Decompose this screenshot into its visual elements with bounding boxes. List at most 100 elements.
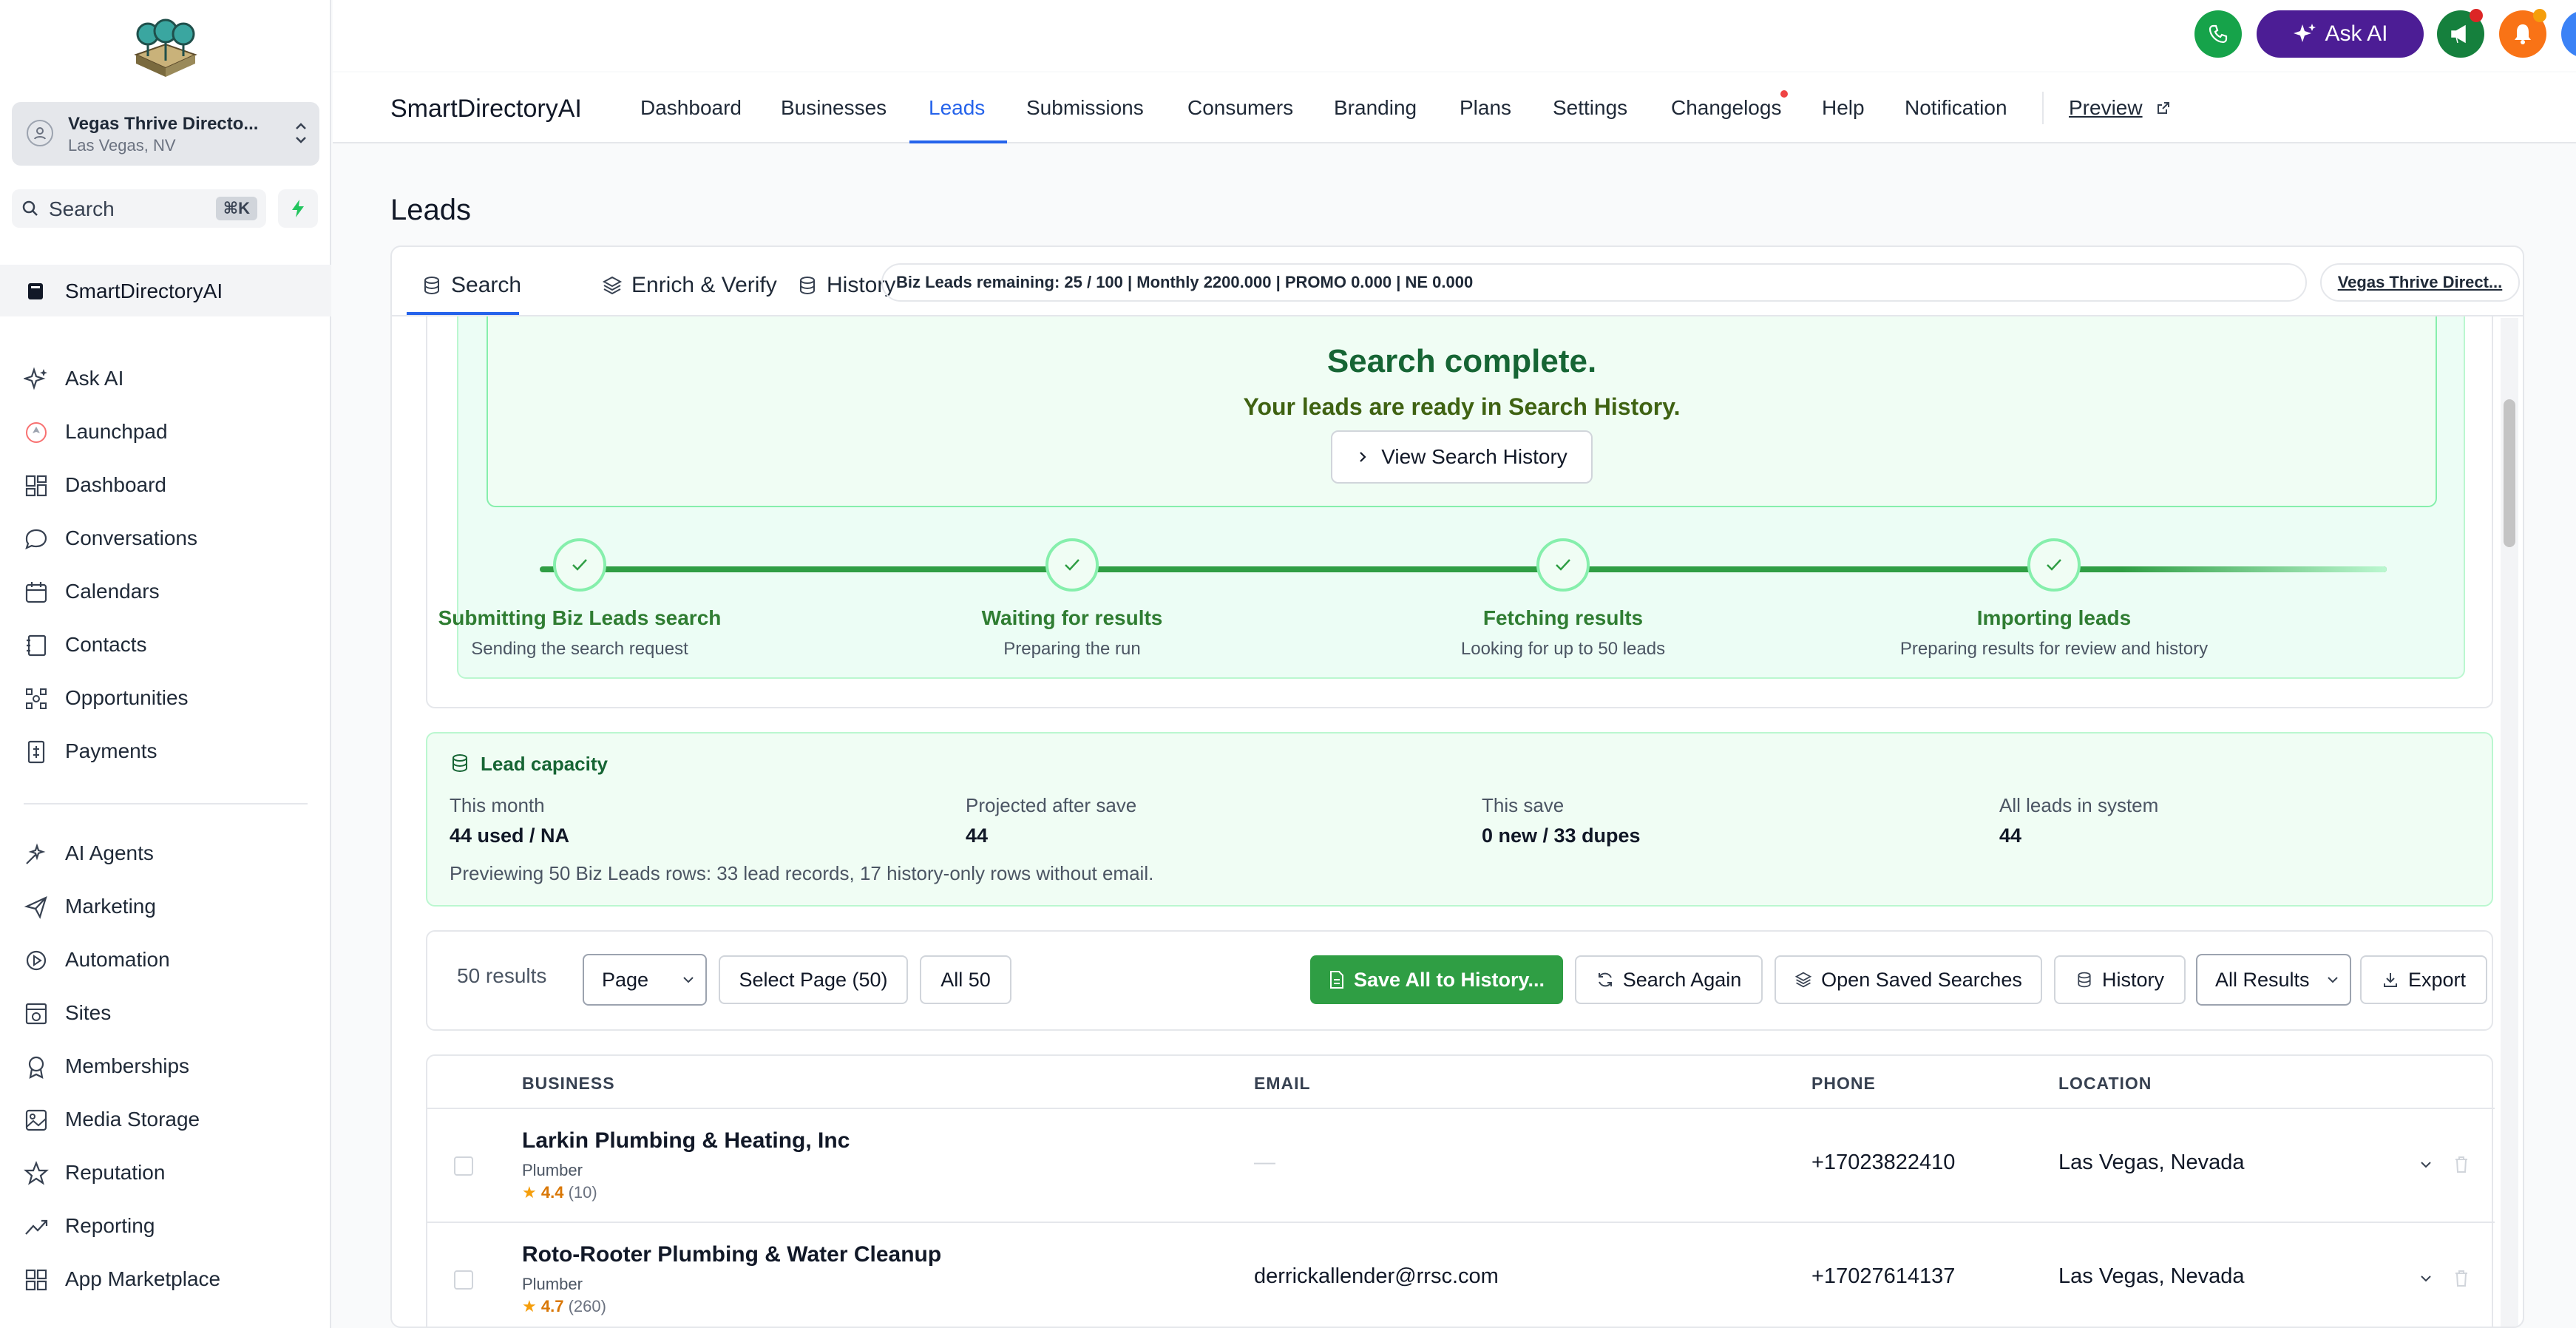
tab-plans[interactable]: Plans: [1460, 96, 1511, 120]
search-again-button[interactable]: Search Again: [1575, 955, 1763, 1004]
open-saved-searches-button[interactable]: Open Saved Searches: [1775, 955, 2042, 1004]
scrollbar-thumb[interactable]: [2504, 399, 2515, 547]
sidebar-item-automation[interactable]: Automation: [0, 938, 331, 982]
sidebar-item-payments[interactable]: Payments: [0, 729, 331, 773]
row-checkbox[interactable]: [454, 1156, 473, 1176]
stat-label: Projected after save: [966, 794, 1137, 816]
column-header[interactable]: EMAIL: [1254, 1074, 1311, 1094]
review-count: (260): [568, 1297, 606, 1315]
business-name: Larkin Plumbing & Heating, Inc: [522, 1128, 850, 1153]
business-rating: ★ 4.7 (260): [522, 1297, 606, 1316]
page-select[interactable]: Page: [583, 954, 707, 1006]
refresh-icon: [1598, 972, 1612, 987]
sidebar-item-marketing[interactable]: Marketing: [0, 884, 331, 929]
table-row[interactable]: Roto-Rooter Plumbing & Water Cleanup Plu…: [427, 1222, 2495, 1327]
pipeline-icon: [26, 688, 47, 709]
sidebar-item-contacts[interactable]: Contacts: [0, 623, 331, 667]
tab-settings[interactable]: Settings: [1553, 96, 1627, 120]
stat-value: 44: [1999, 824, 2022, 847]
step-title: Waiting for results: [981, 606, 1163, 629]
sidebar-search[interactable]: Search ⌘K: [12, 189, 266, 228]
sidebar-item-media-storage[interactable]: Media Storage: [0, 1097, 331, 1142]
sidebar-item-memberships[interactable]: Memberships: [0, 1044, 331, 1088]
sidebar-item-smartdirectoryai[interactable]: SmartDirectoryAI: [0, 265, 331, 316]
sidebar-item-label: Media Storage: [65, 1108, 200, 1131]
panel-scrollbar[interactable]: [2501, 318, 2518, 1327]
trend-icon: [25, 1219, 48, 1235]
tab-consumers[interactable]: Consumers: [1187, 96, 1293, 120]
external-link-icon[interactable]: [2156, 101, 2171, 115]
save-all-button[interactable]: Save All to History...: [1310, 955, 1563, 1004]
account-link[interactable]: Vegas Thrive Direct...: [2320, 263, 2520, 302]
step-title: Submitting Biz Leads search: [438, 606, 722, 629]
sidebar-item-label: Automation: [65, 948, 170, 971]
ask-ai-button[interactable]: Ask AI: [2257, 10, 2424, 58]
subtab-label: Enrich & Verify: [631, 273, 777, 297]
quick-action-button[interactable]: [278, 189, 318, 228]
select-page-button[interactable]: Select Page (50): [719, 955, 908, 1004]
progress-track: [540, 566, 2387, 572]
tab-notification[interactable]: Notification: [1905, 96, 2007, 120]
layers-icon: [602, 276, 623, 295]
stat-label: All leads in system: [1999, 794, 2159, 816]
results-filter-select[interactable]: All Results: [2196, 954, 2351, 1006]
select-all-button[interactable]: All 50: [920, 955, 1011, 1004]
sidebar-item-ask-ai[interactable]: Ask AI: [0, 356, 331, 401]
subtab-label: Search: [451, 273, 522, 297]
notifications-button[interactable]: [2499, 9, 2546, 58]
brand-logo[interactable]: [129, 16, 203, 80]
tab-branding[interactable]: Branding: [1334, 96, 1417, 120]
sidebar-item-launchpad[interactable]: Launchpad: [0, 410, 331, 454]
table-row[interactable]: Larkin Plumbing & Heating, Inc Plumber ★…: [427, 1108, 2495, 1222]
tab-leads[interactable]: Leads: [929, 96, 985, 120]
stat-value: 44 used / NA: [450, 824, 570, 847]
view-search-history-button[interactable]: View Search History: [1331, 430, 1593, 484]
database-icon: [2078, 972, 2091, 988]
ask-ai-label: Ask AI: [2325, 21, 2388, 46]
tab-help[interactable]: Help: [1822, 96, 1865, 120]
sidebar-item-reporting[interactable]: Reporting: [0, 1204, 331, 1248]
location-switcher[interactable]: Vegas Thrive Directo... Las Vegas, NV: [12, 102, 319, 166]
phone-button[interactable]: [2194, 10, 2242, 58]
tab-dashboard[interactable]: Dashboard: [640, 96, 742, 120]
subtab-search[interactable]: Search: [421, 263, 521, 308]
bolt-icon: [292, 200, 304, 217]
tab-changelogs[interactable]: Changelogs: [1671, 96, 1781, 120]
export-button[interactable]: Export: [2360, 955, 2487, 1004]
sidebar-item-reputation[interactable]: Reputation: [0, 1151, 331, 1195]
row-checkbox[interactable]: [454, 1270, 473, 1290]
check-icon: [553, 538, 606, 592]
sidebar-item-sites[interactable]: Sites: [0, 991, 331, 1035]
step-title: Fetching results: [1482, 606, 1644, 629]
column-header[interactable]: BUSINESS: [522, 1074, 615, 1094]
tab-submissions[interactable]: Submissions: [1026, 96, 1144, 120]
trash-icon[interactable]: [2453, 1155, 2470, 1174]
app-nav: SmartDirectoryAI Dashboard Businesses Le…: [333, 72, 2576, 143]
subtab-enrich-verify[interactable]: Enrich & Verify: [602, 263, 777, 308]
tab-preview[interactable]: Preview: [2069, 96, 2143, 120]
chevron-down-icon[interactable]: [2418, 1156, 2434, 1173]
bell-icon: [2515, 24, 2531, 44]
history-button[interactable]: History: [2054, 955, 2186, 1004]
help-button[interactable]: ?: [2561, 10, 2576, 58]
sidebar-item-ai-agents[interactable]: AI Agents: [0, 831, 331, 875]
sidebar-item-opportunities[interactable]: Opportunities: [0, 676, 331, 720]
trash-icon[interactable]: [2453, 1269, 2470, 1288]
column-header[interactable]: LOCATION: [2058, 1074, 2152, 1094]
results-count: 50 results: [457, 964, 547, 987]
capacity-note: Previewing 50 Biz Leads rows: 33 lead re…: [450, 862, 1154, 884]
step-desc: Sending the search request: [471, 639, 688, 659]
column-header[interactable]: PHONE: [1811, 1074, 1876, 1094]
step-desc: Preparing the run: [1003, 639, 1141, 659]
download-icon: [2383, 973, 2397, 987]
sidebar-item-calendars[interactable]: Calendars: [0, 569, 331, 614]
sidebar-item-app-marketplace[interactable]: App Marketplace: [0, 1257, 331, 1301]
leads-table: BUSINESS EMAIL PHONE LOCATION Larkin Plu…: [426, 1054, 2495, 1327]
tab-businesses[interactable]: Businesses: [781, 96, 887, 120]
capacity-stat: Projected after save 44: [966, 794, 1136, 847]
sidebar-item-dashboard[interactable]: Dashboard: [0, 463, 331, 507]
chevron-down-icon[interactable]: [2418, 1270, 2434, 1287]
sidebar-item-conversations[interactable]: Conversations: [0, 516, 331, 560]
announcements-button[interactable]: [2437, 9, 2484, 58]
sidebar-item-label: Memberships: [65, 1054, 190, 1077]
